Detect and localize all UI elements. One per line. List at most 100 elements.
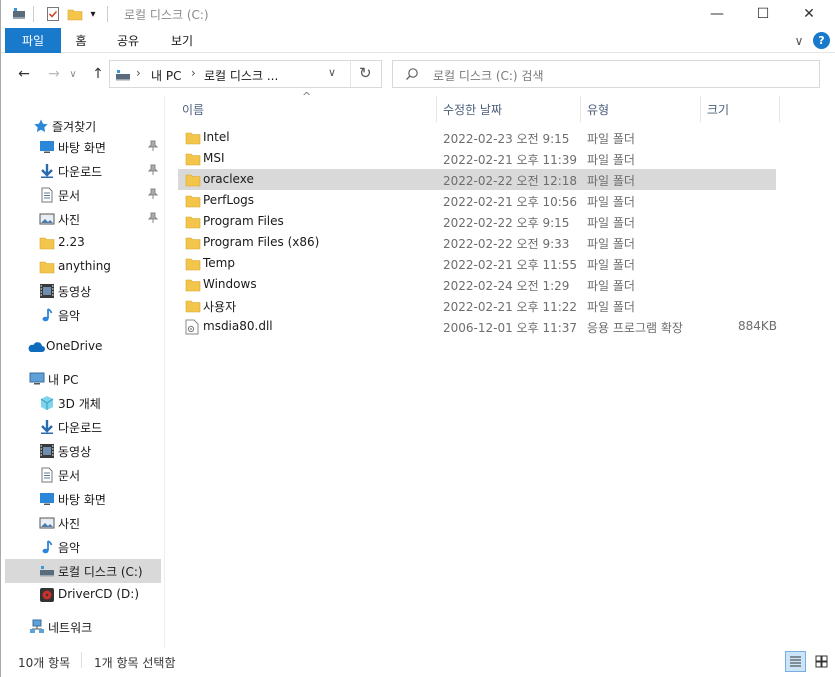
column-divider[interactable] bbox=[436, 96, 437, 122]
file-row[interactable]: oraclexe 2022-02-22 오전 12:18 파일 폴더 bbox=[178, 169, 776, 190]
file-date-modified: 2022-02-21 오후 11:39 bbox=[443, 153, 578, 167]
music-icon bbox=[39, 307, 55, 323]
sidebar-item[interactable]: 사진 bbox=[5, 207, 161, 231]
sidebar-item[interactable]: 음악 bbox=[5, 303, 161, 327]
large-icons-view-button[interactable] bbox=[811, 651, 832, 672]
file-row[interactable]: MSI 2022-02-21 오후 11:39 파일 폴더 bbox=[178, 148, 776, 169]
sidebar-item[interactable]: 내 PC bbox=[5, 367, 161, 391]
file-date-modified: 2022-02-21 오후 11:22 bbox=[443, 300, 578, 314]
sidebar-item[interactable]: 다운로드 bbox=[5, 415, 161, 439]
sidebar-item[interactable]: 다운로드 bbox=[5, 159, 161, 183]
document-icon bbox=[39, 467, 55, 483]
folder-icon bbox=[185, 193, 201, 208]
video-icon bbox=[39, 283, 55, 299]
file-name: MSI bbox=[203, 151, 225, 165]
sidebar-item-label: 음악 bbox=[58, 541, 81, 555]
sidebar-item[interactable]: 로컬 디스크 (C:) bbox=[5, 559, 161, 583]
details-view-button[interactable] bbox=[785, 651, 806, 672]
file-row[interactable]: PerfLogs 2022-02-21 오후 10:56 파일 폴더 bbox=[178, 190, 776, 211]
folder-icon bbox=[185, 151, 201, 166]
file-name: Program Files (x86) bbox=[203, 235, 320, 249]
close-button[interactable]: ✕ bbox=[786, 0, 832, 28]
tab-share[interactable]: 공유 bbox=[108, 28, 148, 53]
pin-icon[interactable] bbox=[147, 212, 159, 227]
address-bar[interactable]: › 내 PC › 로컬 디스크 ... ∨ ↻ bbox=[109, 60, 382, 88]
file-row[interactable]: Program Files 2022-02-22 오후 9:15 파일 폴더 bbox=[178, 211, 776, 232]
file-explorer-window: ▾ 로컬 디스크 (C:) — ☐ ✕ 파일 홈 공유 보기 ∨ ? ← → ∨… bbox=[0, 0, 835, 677]
address-dropdown-icon[interactable]: ∨ bbox=[328, 66, 336, 79]
folder-icon bbox=[185, 214, 201, 229]
up-button[interactable]: ↑ bbox=[89, 65, 107, 83]
sidebar-item[interactable]: anything bbox=[5, 255, 161, 279]
minimize-button[interactable]: — bbox=[694, 0, 740, 28]
navigation-pane: 즐겨찾기 바탕 화면 다운로드 문서 사진 2.23 anything 동영상 음악 OneDri… bbox=[5, 96, 165, 648]
sidebar-item[interactable]: 사진 bbox=[5, 511, 161, 535]
pin-icon[interactable] bbox=[147, 140, 159, 155]
sidebar-item[interactable]: DriverCD (D:) bbox=[5, 583, 161, 607]
file-type: 응용 프로그램 확장 bbox=[587, 321, 683, 335]
sidebar-item[interactable]: 바탕 화면 bbox=[5, 487, 161, 511]
column-divider[interactable] bbox=[580, 96, 581, 122]
help-icon[interactable]: ? bbox=[813, 32, 830, 49]
sidebar-item[interactable]: 문서 bbox=[5, 183, 161, 207]
tab-view[interactable]: 보기 bbox=[162, 28, 202, 53]
tab-home[interactable]: 홈 bbox=[63, 28, 99, 53]
column-header-size[interactable]: 크기 bbox=[707, 96, 729, 122]
file-row[interactable]: Windows 2022-02-24 오전 1:29 파일 폴더 bbox=[178, 274, 776, 295]
breadcrumb-local-disk[interactable]: 로컬 디스크 ... bbox=[204, 67, 278, 84]
back-button[interactable]: ← bbox=[15, 65, 33, 83]
sidebar-item[interactable]: 네트워크 bbox=[5, 615, 161, 639]
maximize-button[interactable]: ☐ bbox=[740, 0, 786, 28]
quick-access-dropdown-icon[interactable]: ▾ bbox=[87, 6, 99, 22]
new-folder-icon[interactable] bbox=[67, 6, 83, 22]
sidebar-item[interactable]: 3D 개체 bbox=[5, 391, 161, 415]
pin-icon[interactable] bbox=[147, 164, 159, 179]
column-divider[interactable] bbox=[700, 96, 701, 122]
sidebar-item[interactable]: 바탕 화면 bbox=[5, 135, 161, 159]
search-box[interactable]: 로컬 디스크 (C:) 검색 bbox=[392, 60, 820, 88]
file-date-modified: 2006-12-01 오후 11:37 bbox=[443, 321, 578, 335]
column-header-name[interactable]: 이름 bbox=[182, 96, 204, 122]
sidebar-item[interactable]: 2.23 bbox=[5, 231, 161, 255]
video-icon bbox=[39, 443, 55, 459]
ribbon-tabs: 파일 홈 공유 보기 ∨ ? bbox=[1, 28, 835, 53]
file-type: 파일 폴더 bbox=[587, 195, 635, 209]
sidebar-item[interactable]: 문서 bbox=[5, 463, 161, 487]
tab-file[interactable]: 파일 bbox=[5, 28, 61, 53]
sidebar-item-label: 즐겨찾기 bbox=[52, 120, 97, 134]
folder-icon bbox=[185, 256, 201, 271]
file-row[interactable]: Program Files (x86) 2022-02-22 오전 9:33 파일 … bbox=[178, 232, 776, 253]
file-row[interactable]: 사용자 2022-02-21 오후 11:22 파일 폴더 bbox=[178, 295, 776, 316]
refresh-icon[interactable]: ↻ bbox=[359, 64, 372, 82]
file-row[interactable]: Intel 2022-02-23 오전 9:15 파일 폴더 bbox=[178, 127, 776, 148]
file-row[interactable]: msdia80.dll 2006-12-01 오후 11:37 응용 프로그램 확장… bbox=[178, 316, 777, 337]
properties-icon[interactable] bbox=[11, 6, 27, 22]
column-divider[interactable] bbox=[779, 96, 780, 122]
file-type: 파일 폴더 bbox=[587, 132, 635, 146]
recent-locations-button[interactable]: ∨ bbox=[67, 65, 79, 83]
sidebar-item[interactable]: 음악 bbox=[5, 535, 161, 559]
pin-icon[interactable] bbox=[147, 188, 159, 203]
folder-icon bbox=[185, 298, 201, 313]
sidebar-item-label: anything bbox=[58, 259, 111, 273]
breadcrumb-separator: › bbox=[191, 66, 196, 80]
file-type: 파일 폴더 bbox=[587, 153, 635, 167]
sidebar-item[interactable]: 동영상 bbox=[5, 439, 161, 463]
drive-icon bbox=[39, 563, 55, 579]
sidebar-item[interactable]: OneDrive bbox=[5, 335, 161, 359]
checklist-icon[interactable] bbox=[45, 6, 61, 22]
column-header-type[interactable]: 유형 bbox=[587, 96, 609, 122]
file-type: 파일 폴더 bbox=[587, 300, 635, 314]
ribbon-expand-icon[interactable]: ∨ bbox=[791, 28, 807, 53]
sidebar-item[interactable]: 동영상 bbox=[5, 279, 161, 303]
file-row[interactable]: Temp 2022-02-21 오후 11:55 파일 폴더 bbox=[178, 253, 776, 274]
forward-button[interactable]: → bbox=[45, 65, 63, 83]
folder-icon bbox=[39, 235, 55, 251]
column-header-date[interactable]: 수정한 날짜 bbox=[443, 96, 502, 122]
sidebar-item-label: 음악 bbox=[58, 309, 81, 323]
file-name: Intel bbox=[203, 130, 230, 144]
sort-ascending-icon: ^ bbox=[302, 90, 312, 103]
pane-splitter[interactable] bbox=[164, 96, 165, 648]
breadcrumb-this-pc[interactable]: 내 PC bbox=[151, 67, 181, 84]
file-name: PerfLogs bbox=[203, 193, 255, 207]
